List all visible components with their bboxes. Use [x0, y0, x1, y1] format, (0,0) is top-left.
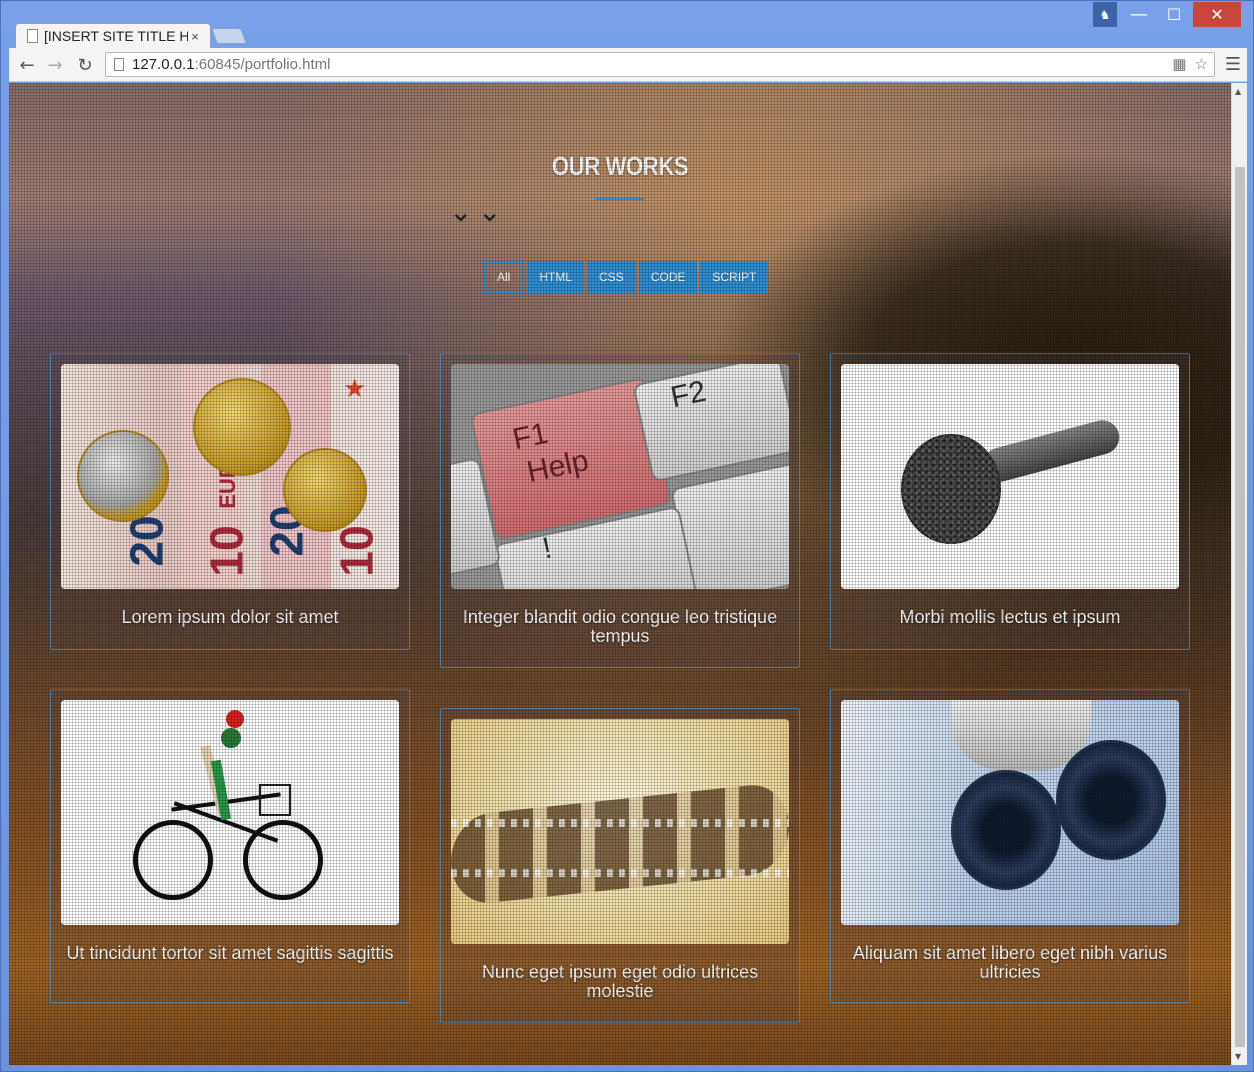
browser-tab[interactable]: [INSERT SITE TITLE H ×	[15, 23, 211, 48]
birds-icon: ⌄ ⌄	[449, 195, 502, 228]
browser-toolbar: ← → ↻ 127.0.0.1:60845/portfolio.html ▦ ☆…	[9, 48, 1247, 82]
work-card[interactable]: Aliquam sit amet libero eget nibh varius…	[830, 689, 1190, 1003]
work-card[interactable]: Nunc eget ipsum eget odio ultrices moles…	[440, 708, 800, 1023]
page-viewport: OUR WORKS ⌄ ⌄ All HTML CSS CODE SCRIPT 2…	[9, 83, 1231, 1065]
work-caption[interactable]: Nunc eget ipsum eget odio ultrices moles…	[441, 963, 799, 1001]
work-image-microphone[interactable]	[841, 364, 1179, 589]
user-icon[interactable]: ♞	[1093, 2, 1117, 27]
minimize-button[interactable]: —	[1123, 2, 1155, 27]
filter-css[interactable]: CSS	[587, 261, 636, 293]
menu-icon[interactable]: ☰	[1225, 54, 1241, 75]
key-f2-label: F2	[667, 374, 709, 415]
url-path: :60845/portfolio.html	[194, 56, 331, 73]
filter-all[interactable]: All	[483, 261, 525, 293]
url-host: 127.0.0.1	[132, 56, 195, 73]
title-underline	[596, 198, 644, 200]
page-title: OUR WORKS	[551, 151, 689, 181]
vertical-scrollbar[interactable]: ▲ ▼	[1231, 83, 1247, 1065]
scroll-thumb[interactable]	[1235, 167, 1245, 1047]
banknote-20: 20	[120, 515, 173, 567]
work-caption[interactable]: Aliquam sit amet libero eget nibh varius…	[831, 944, 1189, 982]
scroll-down-icon[interactable]: ▼	[1235, 1052, 1241, 1061]
work-image-microscope[interactable]	[841, 700, 1179, 925]
banknote-10: 10	[200, 525, 253, 577]
page-icon	[27, 29, 38, 43]
filter-script[interactable]: SCRIPT	[700, 261, 769, 293]
address-bar[interactable]: 127.0.0.1:60845/portfolio.html ▦ ☆	[105, 52, 1215, 77]
filter-html[interactable]: HTML	[527, 261, 585, 293]
page-icon	[114, 58, 124, 71]
tab-strip: [INSERT SITE TITLE H × ♞ — ☐ ✕	[1, 1, 1253, 48]
work-card[interactable]: Ut tincidunt tortor sit amet sagittis sa…	[50, 689, 410, 1003]
browser-window: [INSERT SITE TITLE H × ♞ — ☐ ✕ ← → ↻ 127…	[0, 0, 1254, 1072]
work-card[interactable]: Morbi mollis lectus et ipsum	[830, 353, 1190, 650]
work-caption[interactable]: Ut tincidunt tortor sit amet sagittis sa…	[51, 944, 409, 963]
close-window-button[interactable]: ✕	[1193, 2, 1241, 27]
maximize-button[interactable]: ☐	[1157, 2, 1191, 27]
bookmark-star-icon[interactable]: ☆	[1195, 55, 1208, 73]
work-image-coins[interactable]: 20 10 20 10 EURO ★	[61, 364, 399, 589]
translate-icon[interactable]: ▦	[1172, 55, 1186, 73]
tab-close-icon[interactable]: ×	[188, 29, 202, 44]
back-arrow-icon[interactable]: ←	[15, 53, 39, 77]
work-image-keyboard[interactable]: F1 Help F2 !	[451, 364, 789, 589]
banknote-10b: 10	[330, 525, 383, 577]
work-card[interactable]: F1 Help F2 ! Integer blandit odio congue…	[440, 353, 800, 668]
work-image-bicycle[interactable]	[61, 700, 399, 925]
work-caption[interactable]: Integer blandit odio congue leo tristiqu…	[441, 608, 799, 646]
filter-bar: All HTML CSS CODE SCRIPT	[483, 261, 769, 293]
filter-code[interactable]: CODE	[638, 261, 698, 293]
work-caption[interactable]: Morbi mollis lectus et ipsum	[831, 608, 1189, 627]
reload-icon[interactable]: ↻	[73, 53, 97, 77]
forward-arrow-icon[interactable]: →	[43, 53, 67, 77]
work-card[interactable]: 20 10 20 10 EURO ★ Lorem ipsum dolor sit…	[50, 353, 410, 650]
work-caption[interactable]: Lorem ipsum dolor sit amet	[51, 608, 409, 627]
tab-title: [INSERT SITE TITLE H	[44, 28, 188, 44]
scroll-up-icon[interactable]: ▲	[1235, 87, 1241, 96]
work-image-film-strip[interactable]	[451, 719, 789, 944]
new-tab-button[interactable]	[211, 28, 247, 44]
